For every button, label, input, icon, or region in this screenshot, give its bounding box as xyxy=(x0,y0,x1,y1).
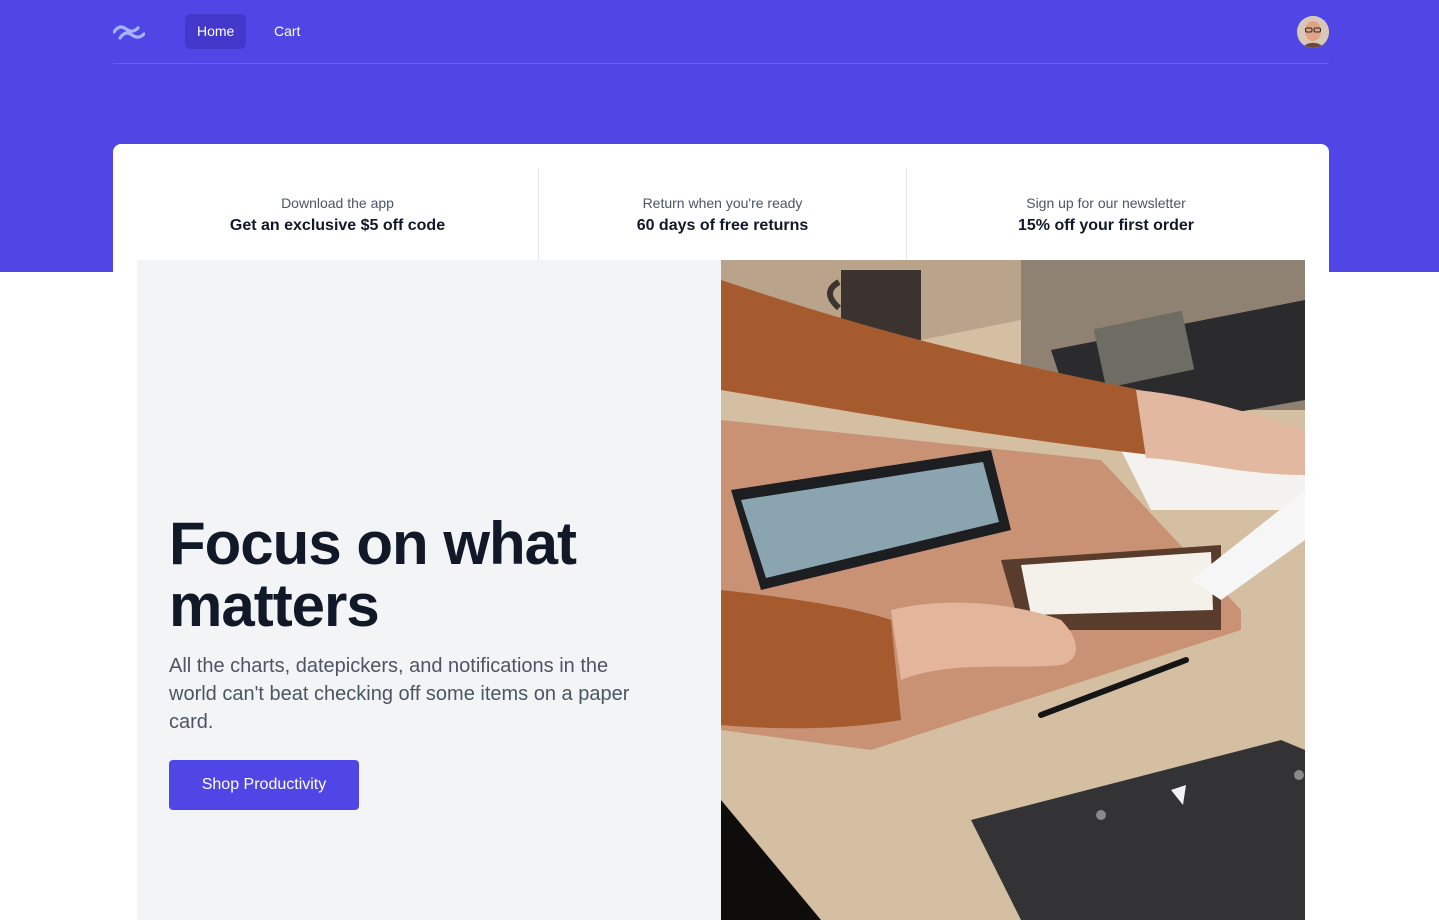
promo-card: Download the app Get an exclusive $5 off… xyxy=(113,144,1329,920)
perk-subtitle: Return when you're ready xyxy=(642,195,803,211)
perk-free-returns: Return when you're ready 60 days of free… xyxy=(538,168,906,260)
top-nav: Home Cart xyxy=(112,0,1329,64)
nav-home-link[interactable]: Home xyxy=(185,14,247,49)
nav-cart-link[interactable]: Cart xyxy=(262,14,312,49)
perk-title: 15% off your first order xyxy=(1017,217,1195,234)
perk-title: Get an exclusive $5 off code xyxy=(229,217,446,234)
perks-row: Download the app Get an exclusive $5 off… xyxy=(137,168,1305,260)
hero-text-panel: Focus on what matters All the charts, da… xyxy=(137,260,721,920)
perk-title: 60 days of free returns xyxy=(636,217,809,234)
perk-subtitle: Sign up for our newsletter xyxy=(1026,195,1186,211)
tailwind-logo-icon[interactable] xyxy=(112,20,146,44)
perk-newsletter: Sign up for our newsletter 15% off your … xyxy=(906,168,1305,260)
hero-description: All the charts, datepickers, and notific… xyxy=(169,655,630,733)
hero-title: Focus on what matters xyxy=(169,510,577,639)
hero-desk-photo xyxy=(721,260,1305,920)
perk-app-download: Download the app Get an exclusive $5 off… xyxy=(137,168,538,260)
user-avatar[interactable] xyxy=(1297,16,1329,48)
perk-subtitle: Download the app xyxy=(281,195,394,211)
shop-productivity-button[interactable]: Shop Productivity xyxy=(169,760,359,810)
